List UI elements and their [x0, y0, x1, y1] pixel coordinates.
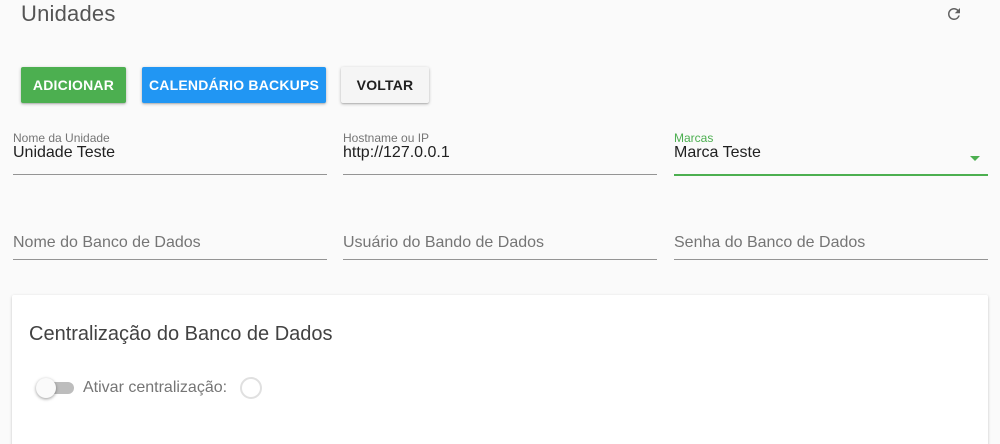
units-page: Unidades ADICIONAR CALENDÁRIO BACKUPS VO… [0, 0, 1000, 444]
backup-calendar-button[interactable]: CALENDÁRIO BACKUPS [142, 67, 326, 103]
hostname-input[interactable]: http://127.0.0.1 [343, 144, 450, 162]
hostname-field[interactable]: Hostname ou IP http://127.0.0.1 [343, 131, 657, 177]
db-name-field[interactable]: Nome do Banco de Dados [13, 234, 327, 262]
centralization-card: Centralização do Banco de Dados Ativar c… [12, 295, 988, 444]
brand-underline [674, 174, 988, 176]
hostname-underline [343, 174, 657, 175]
centralization-title: Centralização do Banco de Dados [29, 323, 333, 345]
db-name-underline [13, 259, 327, 260]
toggle-thumb[interactable] [36, 378, 56, 398]
db-user-field[interactable]: Usuário do Bando de Dados [343, 234, 657, 262]
centralization-toggle-label: Ativar centralização: [83, 379, 228, 396]
db-name-placeholder[interactable]: Nome do Banco de Dados [13, 234, 201, 252]
db-user-placeholder[interactable]: Usuário do Bando de Dados [343, 234, 544, 252]
db-password-placeholder[interactable]: Senha do Banco de Dados [674, 234, 865, 252]
refresh-icon [948, 7, 960, 20]
brand-selected-value[interactable]: Marca Teste [674, 144, 761, 162]
db-user-underline [343, 259, 657, 260]
brand-select[interactable]: Marcas Marca Teste [674, 131, 988, 177]
centralization-radio[interactable] [240, 377, 262, 399]
unit-name-underline [13, 174, 327, 175]
add-button[interactable]: ADICIONAR [21, 67, 126, 103]
db-password-underline [674, 259, 988, 260]
unit-name-input[interactable]: Unidade Teste [13, 144, 115, 162]
page-title: Unidades [21, 1, 116, 26]
db-password-field[interactable]: Senha do Banco de Dados [674, 234, 988, 262]
refresh-button[interactable] [943, 3, 965, 25]
unit-name-field[interactable]: Nome da Unidade Unidade Teste [13, 131, 327, 177]
hostname-label: Hostname ou IP [343, 131, 430, 145]
back-button[interactable]: VOLTAR [341, 67, 429, 103]
unit-name-label: Nome da Unidade [13, 131, 110, 145]
centralization-toggle[interactable] [36, 378, 74, 398]
dropdown-arrow-icon[interactable] [970, 156, 980, 161]
brand-label: Marcas [674, 131, 714, 145]
